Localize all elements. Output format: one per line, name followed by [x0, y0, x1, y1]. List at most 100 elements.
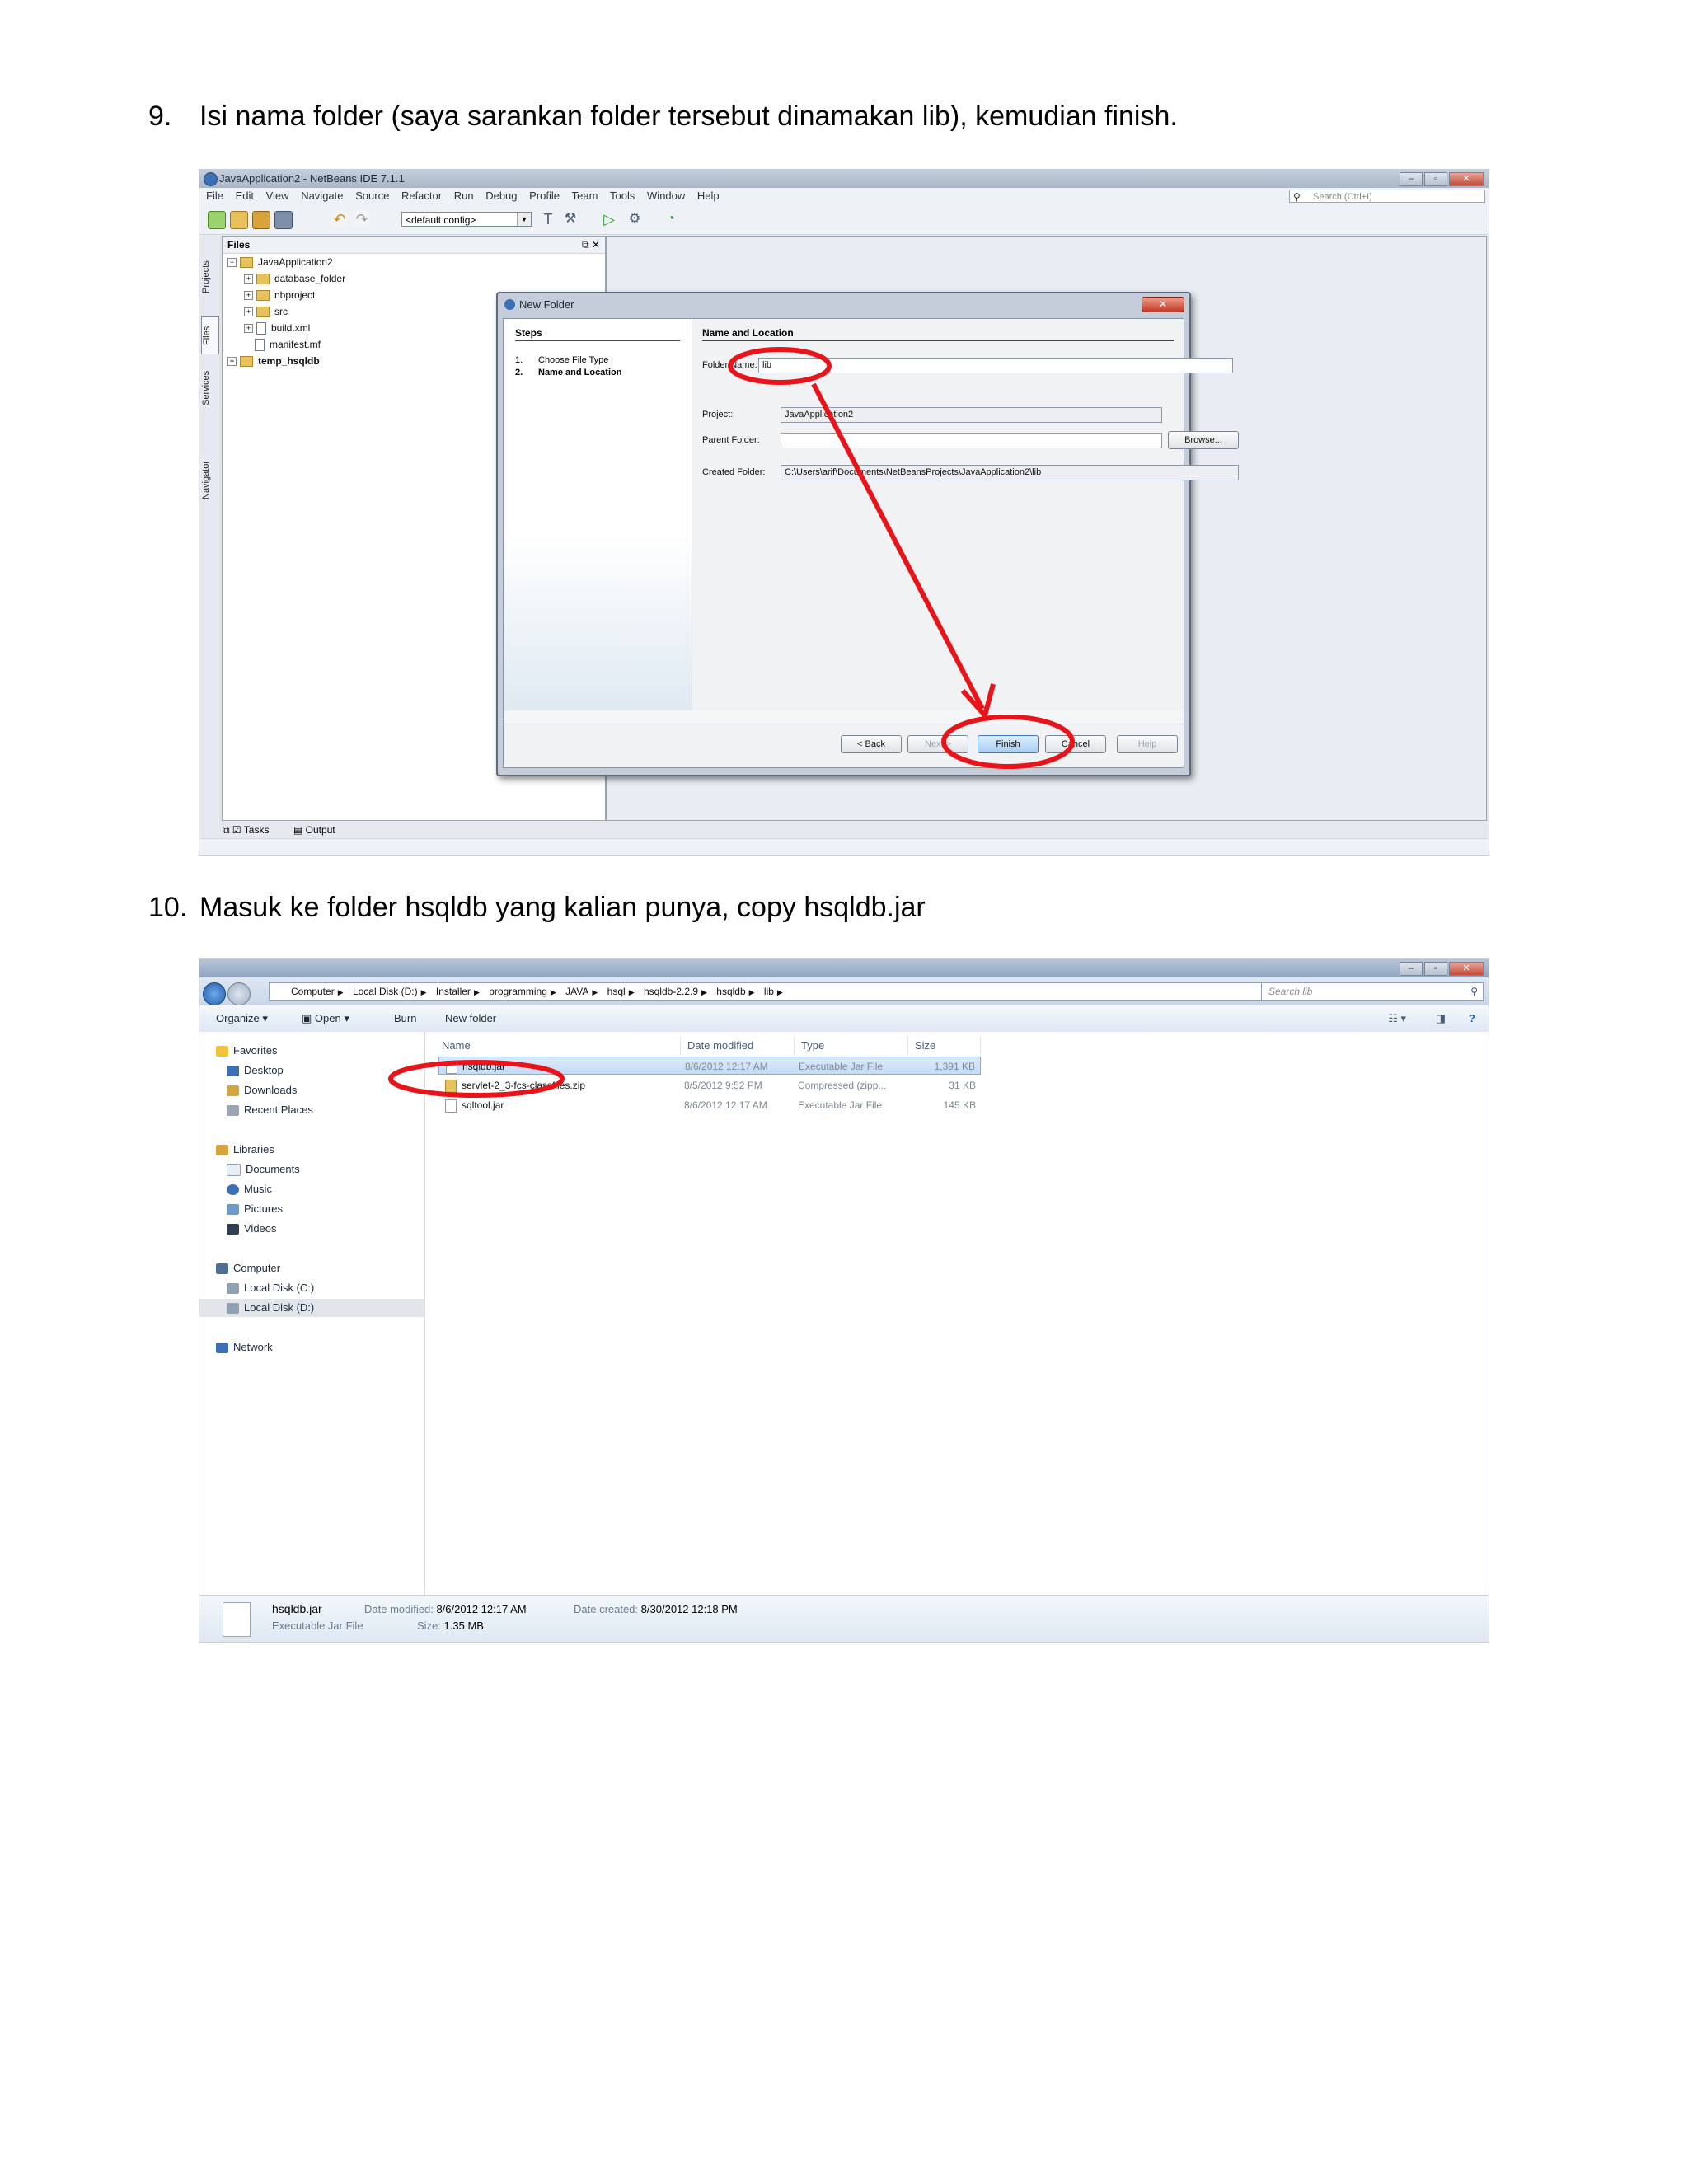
open-button[interactable]: ▣ Open ▾ [302, 1005, 349, 1032]
breadcrumb-item[interactable]: hsqldb [716, 986, 745, 997]
minimize-button[interactable]: – [1400, 962, 1423, 976]
menu-navigate[interactable]: Navigate [301, 190, 343, 202]
cancel-button[interactable]: Cancel [1045, 735, 1106, 753]
browse-button[interactable]: Browse... [1168, 431, 1239, 449]
breadcrumb-item[interactable]: JAVA [565, 986, 588, 997]
breadcrumb-item[interactable]: Local Disk (D:) [353, 986, 418, 997]
back-button[interactable]: < Back [841, 735, 902, 753]
run-icon[interactable]: ▷ [601, 211, 617, 227]
tab-tasks[interactable]: ⧉ ☑ Tasks [223, 824, 269, 837]
nav-pictures[interactable]: Pictures [227, 1200, 283, 1218]
tree-item[interactable]: + src [244, 303, 288, 320]
maximize-button[interactable]: ▫ [1424, 172, 1447, 186]
debug-icon[interactable]: ⚙ [626, 211, 643, 227]
nav-downloads[interactable]: Downloads [227, 1081, 297, 1099]
tree-item[interactable]: + database_folder [244, 270, 345, 287]
close-button[interactable]: ✕ [1449, 962, 1484, 976]
help-button[interactable]: Help [1117, 735, 1178, 753]
tree-item[interactable]: + nbproject [244, 287, 315, 303]
nav-local-disk-d[interactable]: Local Disk (D:) [199, 1299, 424, 1317]
breadcrumb-item[interactable]: hsqldb-2.2.9 [644, 986, 698, 997]
view-options-icon[interactable]: ☷ ▾ [1388, 1005, 1406, 1032]
menu-view[interactable]: View [266, 190, 289, 202]
open-project-icon[interactable] [252, 211, 270, 229]
forward-arrow-icon[interactable] [227, 982, 251, 1005]
tab-navigator[interactable]: Navigator [201, 450, 218, 509]
column-name[interactable]: Name [435, 1037, 681, 1055]
clean-build-icon[interactable]: ⚒ [562, 211, 579, 227]
panel-controls-icon[interactable]: ⧉ ✕ [582, 237, 600, 253]
help-icon[interactable]: ? [1469, 1005, 1475, 1032]
tree-item[interactable]: + build.xml [244, 320, 310, 336]
back-arrow-icon[interactable] [203, 982, 226, 1005]
profile-icon[interactable]: ◔ [663, 211, 679, 227]
nav-desktop[interactable]: Desktop [227, 1062, 284, 1080]
table-row[interactable]: servlet-2_3-fcs-classfiles.zip 8/5/2012 … [438, 1076, 981, 1094]
breadcrumb-item[interactable]: Installer [436, 986, 471, 997]
menu-debug[interactable]: Debug [485, 190, 517, 202]
dialog-titlebar: New Folder [498, 293, 1189, 316]
menu-run[interactable]: Run [454, 190, 474, 202]
organize-button[interactable]: Organize ▾ [216, 1005, 268, 1032]
menu-tools[interactable]: Tools [610, 190, 635, 202]
next-button[interactable]: Next > [907, 735, 968, 753]
table-row[interactable]: sqltool.jar 8/6/2012 12:17 AM Executable… [438, 1096, 981, 1114]
dialog-buttons: < Back Next > Finish Cancel Help [504, 724, 1184, 767]
parent-folder-input[interactable] [781, 433, 1162, 448]
nav-videos[interactable]: Videos [227, 1220, 277, 1238]
menu-source[interactable]: Source [355, 190, 389, 202]
tree-item[interactable]: + temp_hsqldb [227, 353, 320, 369]
tab-projects[interactable]: Projects [201, 252, 218, 302]
undo-icon[interactable]: ↶ [331, 211, 348, 227]
redo-icon[interactable]: ↷ [354, 211, 370, 227]
column-type[interactable]: Type [795, 1037, 908, 1055]
column-size[interactable]: Size [908, 1037, 981, 1055]
burn-button[interactable]: Burn [394, 1005, 416, 1032]
address-bar[interactable]: Computer ▶ Local Disk (D:) ▶ Installer ▶ pr… [269, 982, 1290, 1001]
dialog-close-button[interactable]: ✕ [1142, 297, 1184, 312]
nav-documents[interactable]: Documents [227, 1160, 300, 1179]
breadcrumb-item[interactable]: hsql [607, 986, 626, 997]
preview-pane-icon[interactable]: ◨ [1436, 1005, 1446, 1032]
breadcrumb-item[interactable]: Computer [291, 986, 335, 997]
column-date-modified[interactable]: Date modified [681, 1037, 795, 1055]
config-select[interactable]: <default config> ▼ [401, 212, 532, 227]
nav-recent-places[interactable]: Recent Places [227, 1101, 313, 1119]
save-all-icon[interactable] [274, 211, 293, 229]
pictures-icon [227, 1204, 239, 1216]
file-size: 145 KB [943, 1099, 976, 1111]
menu-edit[interactable]: Edit [236, 190, 254, 202]
search-input[interactable]: Search lib ⚲ [1261, 982, 1484, 1001]
nav-libraries[interactable]: Libraries [216, 1141, 274, 1159]
search-input[interactable]: ⚲ Search (Ctrl+I) [1289, 190, 1485, 203]
tree-item[interactable]: manifest.mf [255, 336, 321, 353]
nav-music[interactable]: Music [227, 1180, 272, 1198]
nav-favorites[interactable]: Favorites [216, 1042, 277, 1060]
breadcrumb-item[interactable]: programming [489, 986, 547, 997]
menu-window[interactable]: Window [647, 190, 685, 202]
nav-network[interactable]: Network [216, 1338, 273, 1357]
finish-button[interactable]: Finish [978, 735, 1039, 753]
close-button[interactable]: ✕ [1449, 172, 1484, 186]
tab-output[interactable]: ▤ Output [293, 824, 335, 836]
tree-item[interactable]: − JavaApplication2 [227, 254, 333, 270]
nav-computer[interactable]: Computer [216, 1259, 280, 1277]
wizard-steps: Steps 1. Choose File Type 2. Name and Loca… [504, 319, 692, 710]
nav-local-disk-c[interactable]: Local Disk (C:) [227, 1279, 314, 1297]
menu-file[interactable]: File [206, 190, 223, 202]
tab-files[interactable]: Files [201, 316, 219, 354]
menu-refactor[interactable]: Refactor [401, 190, 442, 202]
folder-name-input[interactable]: lib [758, 358, 1233, 373]
new-project-icon[interactable] [230, 211, 248, 229]
table-row[interactable]: hsqldb.jar 8/6/2012 12:17 AM Executable … [438, 1057, 981, 1075]
new-folder-button[interactable]: New folder [445, 1005, 496, 1032]
menu-profile[interactable]: Profile [529, 190, 560, 202]
tab-services[interactable]: Services [201, 363, 218, 413]
build-icon[interactable]: T [540, 211, 556, 227]
new-file-icon[interactable] [208, 211, 226, 229]
menu-team[interactable]: Team [572, 190, 598, 202]
minimize-button[interactable]: – [1400, 172, 1423, 186]
breadcrumb-item[interactable]: lib [764, 986, 774, 997]
menu-help[interactable]: Help [697, 190, 720, 202]
maximize-button[interactable]: ▫ [1424, 962, 1447, 976]
